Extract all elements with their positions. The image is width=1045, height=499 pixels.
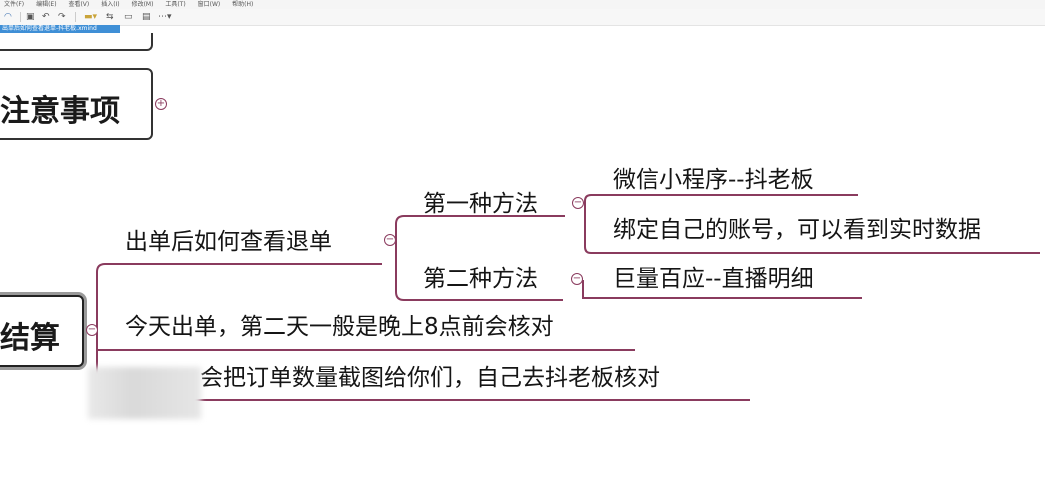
collapse-icon[interactable]: − <box>572 197 584 209</box>
topic-settlement-label: 结算 <box>0 321 60 356</box>
topic-method1[interactable]: 第一种方法 <box>423 190 538 218</box>
topic-screenshot-check[interactable]: 会把订单数量截图给你们，自己去抖老板核对 <box>200 364 660 392</box>
topic-settlement[interactable]: 结算 <box>0 295 84 367</box>
topic-method2[interactable]: 第二种方法 <box>423 265 538 293</box>
collapse-icon[interactable]: − <box>86 324 98 336</box>
topic-today-order[interactable]: 今天出单，第二天一般是晚上8点前会核对 <box>125 313 554 341</box>
topic-notes[interactable]: 注意事项 <box>0 68 153 140</box>
topic-box-cut[interactable] <box>0 33 153 51</box>
blurred-region <box>88 367 201 419</box>
topic-method2-live-detail[interactable]: 巨量百应--直播明细 <box>613 265 814 293</box>
topic-method1-bind-account[interactable]: 绑定自己的账号，可以看到实时数据 <box>613 216 981 244</box>
topic-method1-miniprogram[interactable]: 微信小程序--抖老板 <box>613 166 814 194</box>
expand-icon[interactable]: + <box>155 98 167 110</box>
topic-check-refund[interactable]: 出单后如何查看退单 <box>125 228 332 256</box>
collapse-icon[interactable]: − <box>384 234 396 246</box>
collapse-icon[interactable]: − <box>571 273 583 285</box>
topic-notes-label: 注意事项 <box>0 94 120 129</box>
